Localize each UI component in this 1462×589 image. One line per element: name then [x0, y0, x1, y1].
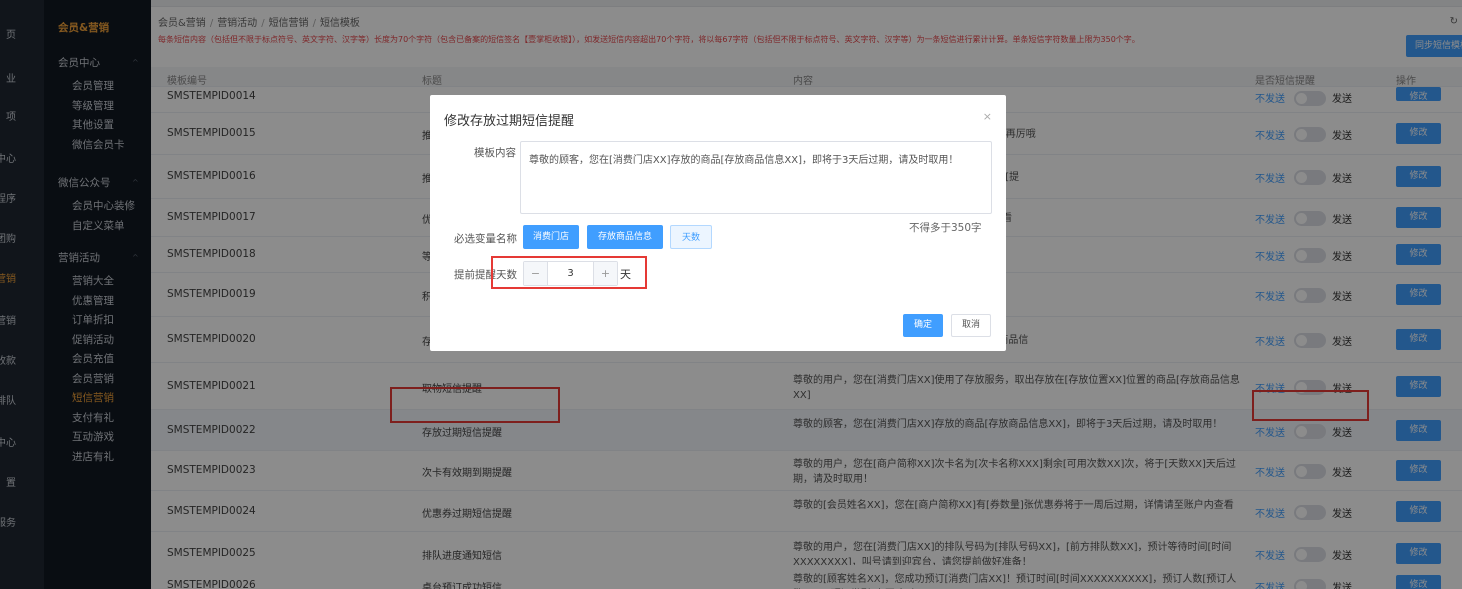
- confirm-button[interactable]: 确定: [903, 314, 943, 337]
- vars-label: 必选变量名称: [454, 233, 517, 245]
- var-tag-days[interactable]: 天数: [670, 225, 712, 249]
- content-textarea[interactable]: 尊敬的顾客，您在[消费门店XX]存放的商品[存放商品信息XX]，即将于3天后过期…: [520, 141, 992, 214]
- edit-template-dialog: 修改存放过期短信提醒 × 模板内容 尊敬的顾客，您在[消费门店XX]存放的商品[…: [430, 95, 1006, 351]
- var-tag-item-info[interactable]: 存放商品信息: [587, 225, 663, 249]
- close-icon[interactable]: ×: [983, 110, 992, 123]
- char-limit-hint: 不得多于350字: [909, 222, 982, 234]
- var-tag-store[interactable]: 消费门店: [523, 225, 579, 249]
- cancel-button[interactable]: 取消: [951, 314, 991, 337]
- content-label: 模板内容: [474, 147, 516, 159]
- highlight-days-box: [491, 256, 647, 289]
- dialog-title: 修改存放过期短信提醒: [444, 114, 575, 129]
